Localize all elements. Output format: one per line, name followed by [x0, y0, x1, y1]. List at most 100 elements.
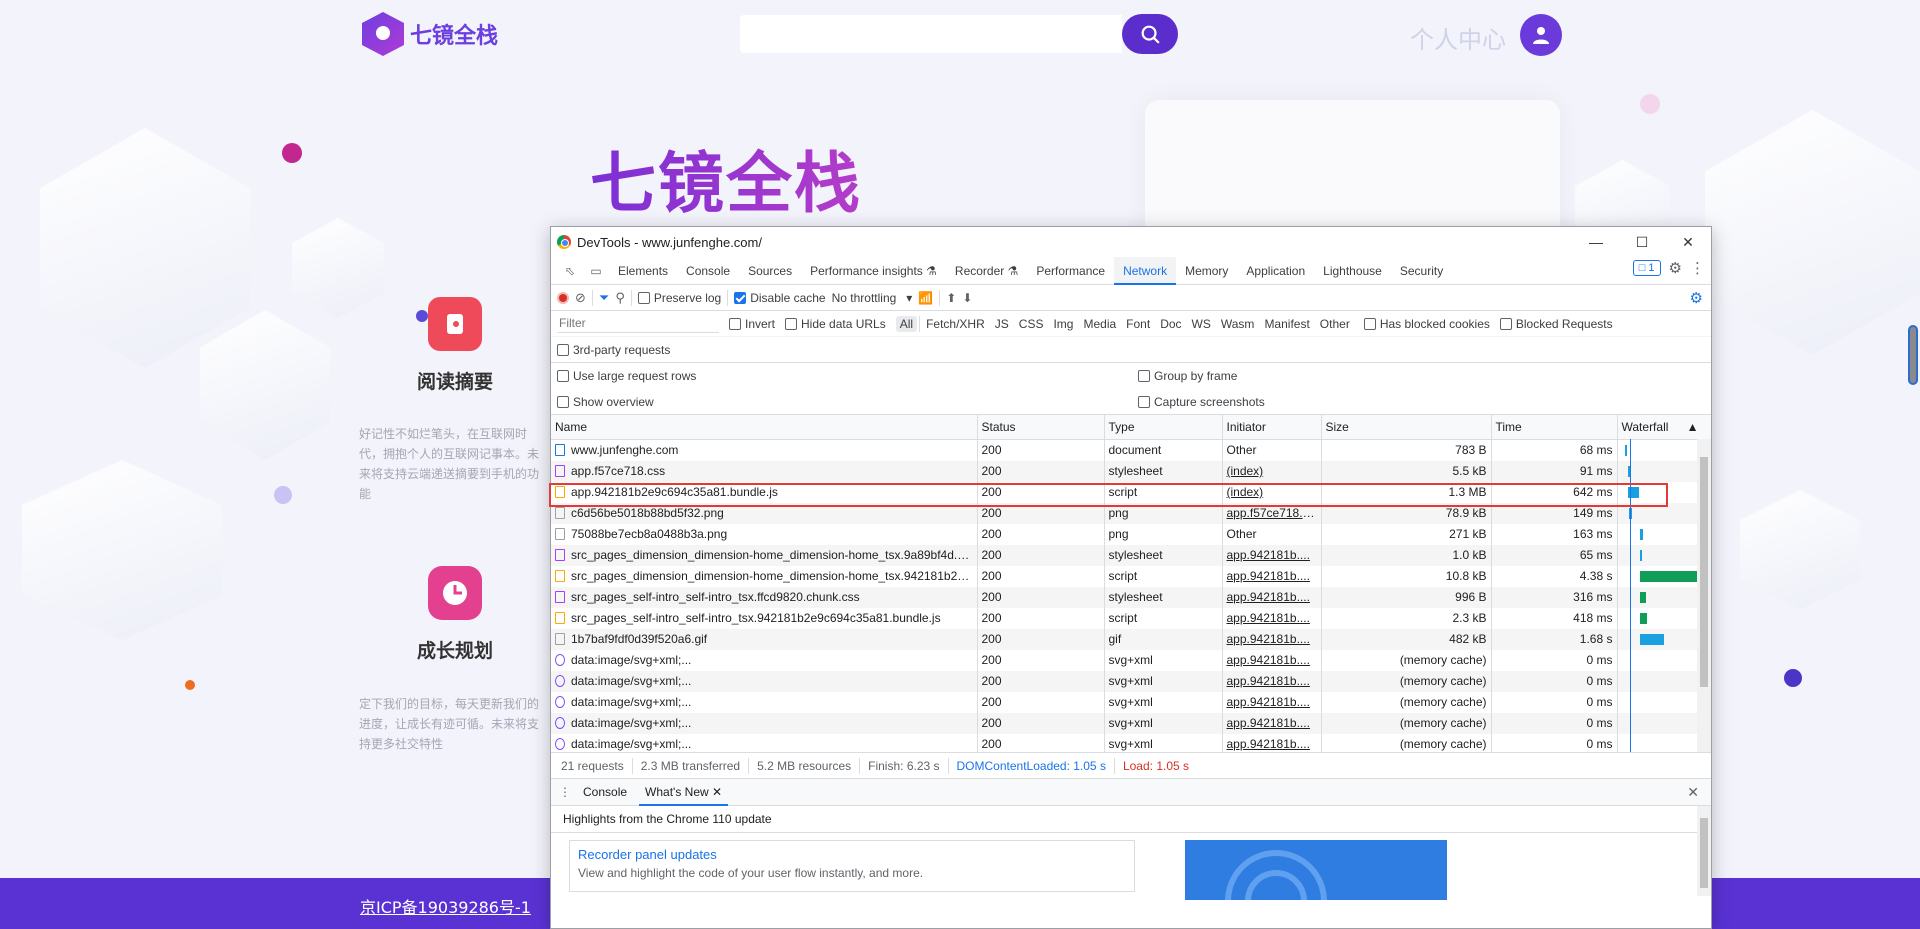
feature-reading-summary[interactable]: 阅读摘要 — [355, 297, 555, 394]
inspect-element-icon[interactable]: ⬁ — [557, 258, 583, 284]
type-filter-all[interactable]: All — [895, 315, 918, 332]
feature-growth-plan[interactable]: 成长规划 — [355, 566, 555, 663]
maximize-icon[interactable]: ☐ — [1619, 227, 1665, 257]
cell-initiator[interactable]: app.942181b.... — [1222, 565, 1322, 587]
has-blocked-cookies-checkbox[interactable]: Has blocked cookies — [1363, 317, 1490, 331]
download-icon[interactable]: ⬇ — [962, 291, 972, 305]
tab-elements[interactable]: Elements — [609, 257, 677, 285]
close-tab-icon[interactable]: ✕ — [712, 785, 722, 799]
blocked-requests-checkbox[interactable]: Blocked Requests — [1499, 317, 1613, 331]
disable-cache-checkbox[interactable]: Disable cache — [734, 291, 826, 305]
issues-badge[interactable]: □ 1 — [1632, 260, 1661, 276]
scrollbar-thumb[interactable] — [1700, 457, 1708, 687]
network-request-row[interactable]: data:image/svg+xml;... 200 svg+xml app.9421… — [551, 649, 1711, 671]
cell-initiator[interactable]: app.942181b.... — [1222, 733, 1322, 752]
cell-initiator[interactable]: app.942181b.... — [1222, 691, 1322, 713]
tab-memory[interactable]: Memory — [1176, 257, 1237, 285]
cell-initiator[interactable]: app.942181b.... — [1222, 586, 1322, 608]
cell-initiator[interactable]: app.942181b.... — [1222, 607, 1322, 629]
drawer-scrollbar[interactable] — [1697, 806, 1711, 896]
type-filter-css[interactable]: CSS — [1015, 316, 1048, 332]
cell-initiator[interactable]: app.942181b.... — [1222, 544, 1322, 566]
cell-initiator[interactable]: app.942181b.... — [1222, 649, 1322, 671]
network-request-row[interactable]: src_pages_self-intro_self-intro_tsx.ffcd… — [551, 586, 1711, 608]
network-request-row[interactable]: src_pages_dimension_dimension-home_dimen… — [551, 565, 1711, 587]
network-request-row[interactable]: c6d56be5018b88bd5f32.png 200 png app.f57ce7… — [551, 502, 1711, 524]
column-header-time[interactable]: Time — [1491, 415, 1618, 440]
gear-icon[interactable]: ⚙ — [1669, 259, 1682, 277]
table-scrollbar[interactable] — [1697, 439, 1711, 752]
column-header-waterfall[interactable]: Waterfall ▲ — [1617, 415, 1711, 440]
site-search-button[interactable] — [1122, 14, 1178, 54]
cell-initiator[interactable]: app.942181b.... — [1222, 670, 1322, 692]
page-scrollbar[interactable] — [1908, 325, 1918, 385]
network-request-row[interactable]: app.942181b2e9c694c35a81.bundle.js 200 scr… — [551, 481, 1711, 503]
network-request-row[interactable]: data:image/svg+xml;... 200 svg+xml app.9421… — [551, 733, 1711, 752]
type-filter-js[interactable]: JS — [991, 316, 1013, 332]
network-request-row[interactable]: 1b7baf9fdf0d39f520a6.gif 200 gif app.942181… — [551, 628, 1711, 650]
filter-icon[interactable]: ⏷ — [599, 290, 609, 306]
type-filter-media[interactable]: Media — [1079, 316, 1120, 332]
type-filter-wasm[interactable]: Wasm — [1217, 316, 1259, 332]
group-by-frame-checkbox[interactable]: Group by frame — [1138, 369, 1237, 383]
column-header-status[interactable]: Status — [977, 415, 1105, 440]
scrollbar-thumb[interactable] — [1700, 818, 1708, 888]
column-header-type[interactable]: Type — [1104, 415, 1223, 440]
throttling-select[interactable]: No throttling ▾ — [832, 291, 913, 305]
drawer-tab-console[interactable]: Console — [583, 785, 627, 799]
large-rows-checkbox[interactable]: Use large request rows — [557, 369, 696, 383]
upload-icon[interactable]: ⬆ — [946, 291, 956, 305]
type-filter-img[interactable]: Img — [1049, 316, 1077, 332]
card-title-link[interactable]: Recorder panel updates — [578, 847, 1126, 862]
tab-recorder[interactable]: Recorder ⚗ — [946, 257, 1027, 285]
tab-network[interactable]: Network — [1114, 256, 1177, 285]
network-request-row[interactable]: src_pages_dimension_dimension-home_dimen… — [551, 544, 1711, 566]
type-filter-font[interactable]: Font — [1122, 316, 1154, 332]
type-filter-doc[interactable]: Doc — [1156, 316, 1185, 332]
filter-input[interactable] — [557, 314, 719, 333]
preserve-log-checkbox[interactable]: Preserve log — [637, 291, 721, 305]
record-icon[interactable] — [557, 291, 569, 304]
capture-screenshots-checkbox[interactable]: Capture screenshots — [1138, 395, 1265, 409]
user-avatar-button[interactable] — [1520, 14, 1562, 56]
cell-initiator[interactable]: app.942181b.... — [1222, 712, 1322, 734]
tab-performance[interactable]: Performance — [1027, 257, 1114, 285]
close-icon[interactable]: ✕ — [1665, 227, 1711, 257]
network-request-row[interactable]: data:image/svg+xml;... 200 svg+xml app.9421… — [551, 691, 1711, 713]
network-request-row[interactable]: www.junfenghe.com 200 document Other 783 B 68… — [551, 439, 1711, 461]
type-filter-other[interactable]: Other — [1316, 316, 1354, 332]
type-filter-ws[interactable]: WS — [1188, 316, 1215, 332]
network-request-row[interactable]: src_pages_self-intro_self-intro_tsx.9421… — [551, 607, 1711, 629]
user-center-link[interactable]: 个人中心 — [1410, 20, 1506, 55]
network-request-row[interactable]: data:image/svg+xml;... 200 svg+xml app.9421… — [551, 670, 1711, 692]
column-header-initiator[interactable]: Initiator — [1222, 415, 1322, 440]
whats-new-card[interactable]: Recorder panel updates View and highligh… — [569, 840, 1135, 892]
close-drawer-icon[interactable]: ✕ — [1687, 784, 1699, 801]
show-overview-checkbox[interactable]: Show overview — [557, 395, 654, 409]
cell-initiator[interactable]: (index) — [1222, 460, 1322, 482]
network-request-row[interactable]: data:image/svg+xml;... 200 svg+xml app.9421… — [551, 712, 1711, 734]
device-toolbar-icon[interactable]: ▭ — [583, 258, 609, 284]
cell-initiator[interactable]: Other — [1222, 523, 1322, 545]
minimize-icon[interactable]: — — [1573, 227, 1619, 257]
network-settings-icon[interactable]: ⚙ — [1690, 289, 1703, 307]
cell-initiator[interactable]: app.942181b.... — [1222, 628, 1322, 650]
drawer-tab-whats-new[interactable]: What's New ✕ — [639, 778, 729, 806]
search-icon[interactable]: ⚲ — [615, 290, 625, 306]
site-search-input[interactable] — [740, 15, 1122, 53]
cell-initiator[interactable]: app.f57ce718.c... — [1222, 502, 1322, 524]
invert-checkbox[interactable]: Invert — [729, 317, 775, 331]
tab-lighthouse[interactable]: Lighthouse — [1314, 257, 1391, 285]
clear-icon[interactable]: ⊘ — [575, 290, 586, 306]
cell-initiator[interactable]: (index) — [1222, 481, 1322, 503]
column-header-size[interactable]: Size — [1321, 415, 1492, 440]
type-filter-fetch-xhr[interactable]: Fetch/XHR — [922, 316, 989, 332]
drawer-menu-icon[interactable]: ⋮ — [559, 785, 571, 799]
tab-performance-insights[interactable]: Performance insights ⚗ — [801, 257, 946, 285]
tab-application[interactable]: Application — [1237, 257, 1314, 285]
column-header-name[interactable]: Name — [551, 415, 978, 440]
site-logo[interactable]: 七镜全栈 — [362, 12, 498, 56]
network-conditions-icon[interactable]: 📶 — [918, 291, 933, 305]
network-request-row[interactable]: app.f57ce718.css 200 stylesheet (index) 5.5 … — [551, 460, 1711, 482]
type-filter-manifest[interactable]: Manifest — [1260, 316, 1313, 332]
